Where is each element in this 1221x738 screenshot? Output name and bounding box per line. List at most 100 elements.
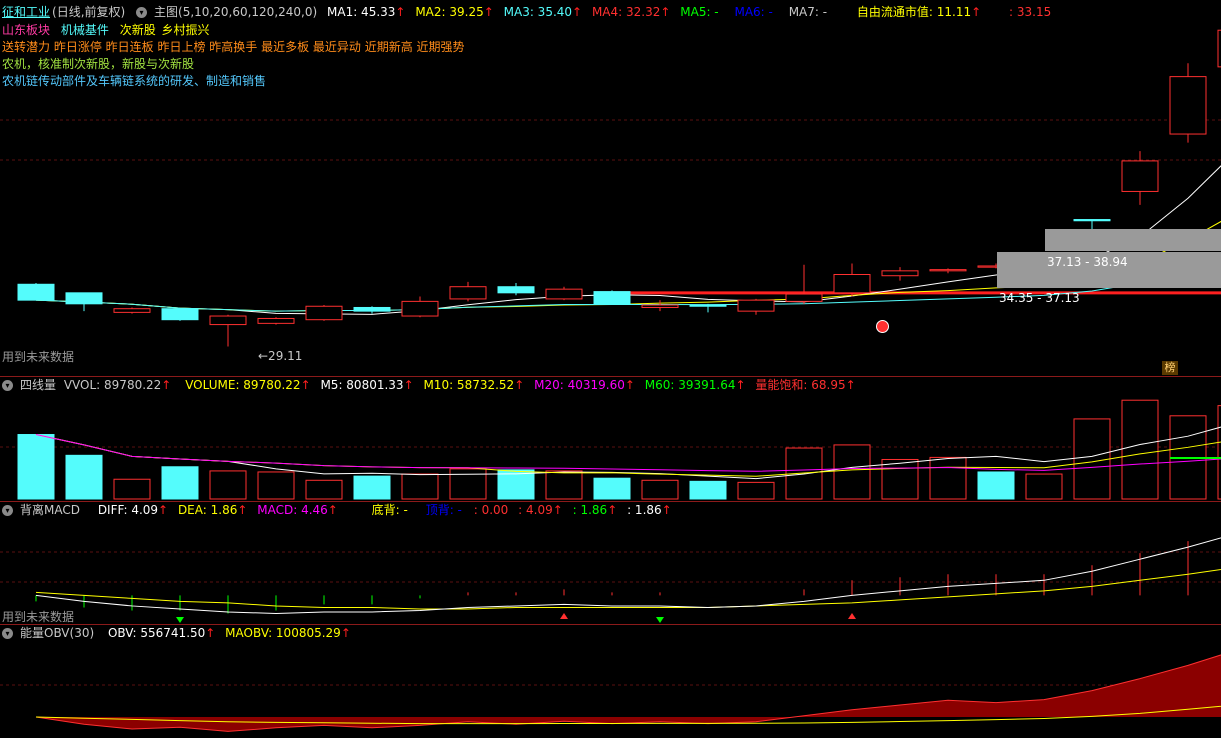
candle-body — [593, 291, 631, 305]
volume-bar — [257, 471, 295, 500]
future-data-label: 用到未来数据 — [2, 350, 75, 364]
up-arrow-icon: ↑ — [205, 626, 216, 640]
m60-label: M60: 39391.64↑ — [644, 378, 746, 392]
ma3-label: MA3: 35.40↑ — [503, 5, 583, 19]
rank-badge[interactable]: 榜 — [1162, 361, 1178, 375]
vvol-label: VVOL: 89780.22↑ — [63, 378, 172, 392]
volume-bar — [737, 481, 775, 500]
diff-line — [35, 537, 1221, 614]
macd-indicator-name[interactable]: 背离MACD — [20, 503, 80, 517]
volume-bar — [689, 480, 727, 500]
maobv-label: MAOBV: 100805.29↑ — [225, 626, 351, 640]
saturation-label: 量能饱和: 68.95↑ — [755, 378, 856, 392]
candle-body — [929, 269, 967, 272]
up-arrow-icon — [560, 612, 568, 619]
ma5-label: MA5: - — [680, 5, 719, 19]
volume-bar — [929, 456, 967, 500]
macd-header: ▾ 背离MACD DIFF: 4.09↑ DEA: 1.86↑ MACD: 4.4… — [2, 502, 679, 518]
volume-bar — [1025, 473, 1063, 500]
candle-body — [209, 315, 247, 326]
obv-label: OBV: 556741.50↑ — [107, 626, 216, 640]
up-arrow-icon: ↑ — [661, 503, 672, 517]
candle-body — [17, 283, 55, 301]
obv-panel[interactable]: ▾ 能量OBV(30) OBV: 556741.50↑ MAOBV: 100805… — [0, 625, 1221, 738]
obv-area — [36, 654, 1221, 732]
up-arrow-icon: ↑ — [971, 5, 982, 19]
candle-body — [545, 288, 583, 300]
indicator-menu-icon[interactable]: ▾ — [136, 7, 148, 18]
candle-body — [401, 300, 439, 317]
macd-menu-icon[interactable]: ▾ — [2, 505, 13, 516]
tag-concept[interactable]: 乡村振兴 — [162, 23, 210, 37]
candle-body — [305, 305, 343, 321]
down-arrow-icon — [656, 616, 664, 623]
signal-icon[interactable] — [876, 320, 889, 333]
m5-label: M5: 80801.33↑ — [320, 378, 414, 392]
up-arrow-icon: ↑ — [327, 503, 338, 517]
ma1-label: MA1: 45.33↑ — [327, 5, 406, 19]
candle-body — [881, 270, 919, 277]
up-arrow-icon: ↑ — [483, 5, 494, 19]
candle-body — [113, 308, 151, 313]
volume-bar — [833, 444, 871, 500]
volume-bar — [113, 478, 151, 500]
obv-menu-icon[interactable]: ▾ — [2, 628, 13, 639]
volume-bar — [305, 479, 343, 500]
volume-bar — [545, 470, 583, 500]
bottom-divergence-label: 底背: - — [371, 503, 408, 517]
candle-body — [1121, 160, 1159, 192]
extra-value-1: : 0.00 — [473, 503, 509, 517]
extra-value-3: : 1.86↑ — [572, 503, 618, 517]
main-header: 征和工业 (日线,前复权) ▾ 主图(5,10,20,60,120,240,0) M… — [2, 4, 1058, 20]
volume-bar — [1121, 399, 1159, 500]
range-label-lower: 34.35 - 37.13 — [999, 291, 1080, 305]
macd-panel[interactable]: ▾ 背离MACD DIFF: 4.09↑ DEA: 1.86↑ MACD: 4.4… — [0, 502, 1221, 624]
volume-panel[interactable]: ▾ 四线量 VVOL: 89780.22↑ VOLUME: 89780.22↑ M… — [0, 377, 1221, 501]
top-divergence-label: 顶背: - — [425, 503, 462, 517]
tag-region[interactable]: 山东板块 — [2, 23, 50, 37]
up-arrow-icon — [848, 612, 856, 619]
ma1-line — [35, 165, 1221, 315]
volume-chart — [0, 399, 1221, 500]
candle-body — [65, 292, 103, 305]
up-arrow-icon: ↑ — [340, 626, 351, 640]
up-arrow-icon: ↑ — [735, 378, 746, 392]
obv-indicator-name[interactable]: 能量OBV(30) — [20, 626, 94, 640]
indicator-label[interactable]: 主图(5,10,20,60,120,240,0) — [154, 5, 317, 19]
up-arrow-icon: ↑ — [158, 503, 169, 517]
candle-body — [1169, 76, 1207, 135]
candle-body — [257, 317, 295, 324]
extra-value-2: : 4.09↑ — [518, 503, 563, 517]
tag-industry[interactable]: 机械基件 — [61, 23, 109, 37]
volume-bar — [593, 477, 631, 500]
volume-indicator-name[interactable]: 四线量 — [20, 378, 56, 392]
up-arrow-icon: ↑ — [624, 378, 635, 392]
m20-label: M20: 40319.60↑ — [534, 378, 635, 392]
candle-body — [641, 304, 679, 308]
candle-body — [737, 299, 775, 312]
tag-row-4: 农机链传动部件及车辆链系统的研发、制造和销售 — [2, 74, 267, 88]
macd-value-label: MACD: 4.46↑ — [257, 503, 338, 517]
up-arrow-icon: ↑ — [514, 378, 525, 392]
up-arrow-icon: ↑ — [660, 5, 671, 19]
volume-bar — [641, 479, 679, 500]
m10-label: M10: 58732.52↑ — [423, 378, 525, 392]
dea-label: DEA: 1.86↑ — [177, 503, 248, 517]
float-cap-label: 自由流通市值: 11.11↑ — [856, 5, 982, 19]
candle-body — [161, 308, 199, 321]
up-arrow-icon: ↑ — [607, 503, 618, 517]
tag-newstock[interactable]: 次新股 — [120, 23, 156, 37]
candle-body — [833, 274, 871, 294]
stock-name[interactable]: 征和工业 — [2, 5, 50, 19]
volume-bar — [65, 454, 103, 500]
volume-menu-icon[interactable]: ▾ — [2, 380, 13, 391]
price-panel[interactable]: 征和工业 (日线,前复权) ▾ 主图(5,10,20,60,120,240,0) M… — [0, 0, 1221, 376]
volume-bar — [401, 473, 439, 500]
up-arrow-icon: ↑ — [237, 503, 248, 517]
up-arrow-icon: ↑ — [300, 378, 311, 392]
candle-body — [1073, 219, 1111, 222]
volume-bar — [881, 458, 919, 500]
volume-bar — [449, 468, 487, 500]
volume-bar — [1073, 418, 1111, 500]
obv-chart — [0, 654, 1221, 732]
